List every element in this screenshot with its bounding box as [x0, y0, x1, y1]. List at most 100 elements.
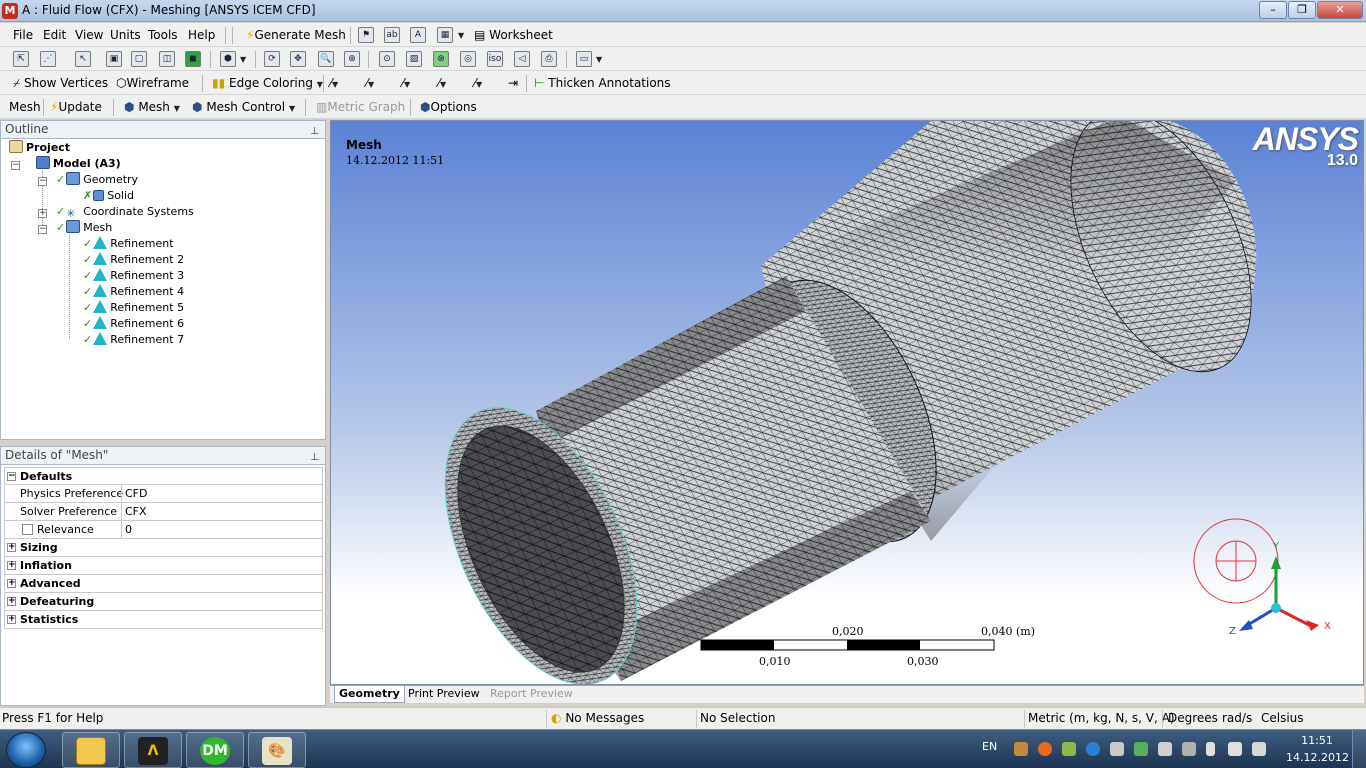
zoom-to-fit-icon[interactable]: ⊛: [433, 51, 449, 67]
select-vertex-icon[interactable]: ◫: [159, 51, 175, 67]
menu-view[interactable]: View: [75, 26, 103, 44]
tree-item-solid[interactable]: ✗ Solid: [83, 188, 134, 204]
details-group-defaults[interactable]: − Defaults: [4, 467, 323, 485]
viewport-layout-icon[interactable]: ▭: [576, 51, 592, 67]
property-value[interactable]: CFD: [121, 485, 323, 502]
status-rate-units[interactable]: rad/s: [1222, 711, 1252, 725]
chevron-down-icon[interactable]: ▼: [458, 31, 464, 40]
extend-selection-icon[interactable]: ⬢: [220, 51, 236, 67]
show-vertices-button[interactable]: ⌿ Show Vertices: [13, 74, 108, 92]
tray-icon[interactable]: [1038, 742, 1052, 756]
magnifier-icon[interactable]: ◎: [460, 51, 476, 67]
tree-item-refinement[interactable]: ✓ Refinement 4: [83, 284, 184, 300]
edge-style-5-button[interactable]: ⁄▼: [474, 74, 482, 92]
thicken-annotations-button[interactable]: ⊢ Thicken Annotations: [534, 74, 671, 92]
status-messages[interactable]: ◐ No Messages: [551, 711, 644, 725]
select-mode-icon[interactable]: ⇱: [13, 51, 29, 67]
tree-item-refinement[interactable]: ✓ Refinement 3: [83, 268, 184, 284]
label-icon[interactable]: ab: [384, 27, 400, 43]
tray-icon[interactable]: [1014, 742, 1028, 756]
tree-item-refinement[interactable]: ✓ Refinement 6: [83, 316, 184, 332]
tree-item-coordinate-systems[interactable]: ✓✳ Coordinate Systems: [56, 204, 194, 220]
edge-style-3-button[interactable]: ⁄▼: [402, 74, 410, 92]
signal-icon[interactable]: [1228, 742, 1242, 756]
select-body-icon[interactable]: ◼: [185, 51, 201, 67]
edge-style-4-button[interactable]: ⁄▼: [438, 74, 446, 92]
nvidia-icon[interactable]: [1134, 742, 1148, 756]
select-point-icon[interactable]: ⋰: [40, 51, 56, 67]
pin-icon[interactable]: ⊥: [310, 123, 319, 140]
text-icon[interactable]: A: [410, 27, 426, 43]
status-units[interactable]: Metric (m, kg, N, s, V, A): [1028, 711, 1175, 725]
rotate-icon[interactable]: ⟳: [264, 51, 280, 67]
tree-item-refinement[interactable]: ✓ Refinement 5: [83, 300, 184, 316]
battery-icon[interactable]: [1206, 742, 1215, 756]
edge-coloring-button[interactable]: ▮▮ Edge Coloring ▼: [212, 74, 323, 92]
start-button[interactable]: [6, 732, 46, 768]
details-row-solver-preference[interactable]: Solver Preference CFX: [4, 503, 323, 521]
edge-style-1-button[interactable]: ⁄▼: [330, 74, 338, 92]
zoom-box-icon[interactable]: ⊙: [379, 51, 395, 67]
tree-item-project[interactable]: Project: [9, 140, 70, 156]
chevron-down-icon[interactable]: ▼: [240, 55, 246, 64]
collapse-icon[interactable]: −: [38, 177, 47, 186]
expand-icon[interactable]: +: [38, 209, 47, 218]
property-value[interactable]: 0: [121, 521, 323, 538]
tree-item-geometry[interactable]: ✓ Geometry: [56, 172, 138, 188]
mesh-control-button[interactable]: ⬢ Mesh Control ▼: [192, 98, 295, 116]
status-angle-units[interactable]: Degrees: [1168, 711, 1218, 725]
image-icon[interactable]: ▦: [437, 27, 453, 43]
generate-mesh-button[interactable]: ⚡Generate Mesh: [246, 26, 346, 44]
collapse-icon[interactable]: −: [38, 225, 47, 234]
edge-style-2-button[interactable]: ⁄▼: [366, 74, 374, 92]
tray-icon[interactable]: [1062, 742, 1076, 756]
pan-icon[interactable]: ✥: [290, 51, 306, 67]
tree-item-mesh[interactable]: ✓ Mesh: [56, 220, 112, 236]
show-desktop-button[interactable]: [1352, 730, 1366, 768]
pointer-icon[interactable]: ↖: [75, 51, 91, 67]
clock-date[interactable]: 14.12.2012: [1286, 751, 1349, 764]
taskbar-paint[interactable]: 🎨: [248, 732, 306, 768]
mesh-menu-button[interactable]: ⬢ Mesh ▼: [124, 98, 180, 116]
language-indicator[interactable]: EN: [982, 740, 997, 753]
tray-icon[interactable]: [1158, 742, 1172, 756]
tab-geometry[interactable]: Geometry: [334, 686, 405, 703]
taskbar-explorer[interactable]: [62, 732, 120, 768]
menu-tools[interactable]: Tools: [148, 26, 178, 44]
wireframe-button[interactable]: ⬡Wireframe: [116, 74, 189, 92]
graphics-viewport[interactable]: Mesh 14.12.2012 11:51 ANSYS 13.0 0,020 0…: [330, 120, 1364, 685]
chevron-down-icon[interactable]: ▼: [596, 55, 602, 64]
tray-icon[interactable]: [1086, 742, 1100, 756]
maximize-button[interactable]: ❐: [1288, 1, 1316, 19]
menu-edit[interactable]: Edit: [43, 26, 66, 44]
tree-item-refinement[interactable]: ✓ Refinement 7: [83, 332, 184, 348]
text-annotation-icon[interactable]: ⚑: [358, 27, 374, 43]
box-zoom-icon[interactable]: ▨: [406, 51, 422, 67]
edge-direction-button[interactable]: ⇥: [508, 74, 518, 92]
tab-print-preview[interactable]: Print Preview: [404, 686, 484, 703]
taskbar-design-modeler[interactable]: DM: [186, 732, 244, 768]
select-edge-icon[interactable]: ▢: [131, 51, 147, 67]
taskbar-ansys-workbench[interactable]: Λ: [124, 732, 182, 768]
close-button[interactable]: ✕: [1317, 1, 1363, 19]
details-group-statistics[interactable]: + Statistics: [4, 611, 323, 629]
details-group-sizing[interactable]: + Sizing: [4, 539, 323, 557]
options-button[interactable]: ⬢Options: [420, 98, 477, 116]
select-face-icon[interactable]: ▣: [106, 51, 122, 67]
previous-view-icon[interactable]: ◁: [514, 51, 530, 67]
relevance-checkbox[interactable]: [22, 524, 33, 535]
network-icon[interactable]: [1182, 742, 1196, 756]
zoom-in-icon[interactable]: ⊕: [344, 51, 360, 67]
print-icon[interactable]: ⎙: [541, 51, 557, 67]
pin-icon[interactable]: ⊥: [310, 449, 319, 466]
property-value[interactable]: CFX: [121, 503, 323, 520]
details-group-defeaturing[interactable]: + Defeaturing: [4, 593, 323, 611]
tree-item-refinement[interactable]: ✓ Refinement 2: [83, 252, 184, 268]
tree-item-model[interactable]: Model (A3): [36, 156, 121, 172]
tray-icon[interactable]: [1110, 742, 1124, 756]
worksheet-button[interactable]: ▤ Worksheet: [474, 26, 553, 44]
details-row-relevance[interactable]: Relevance 0: [4, 521, 323, 539]
iso-view-icon[interactable]: iso: [487, 51, 503, 67]
clock-time[interactable]: 11:51: [1291, 734, 1343, 747]
details-group-advanced[interactable]: + Advanced: [4, 575, 323, 593]
